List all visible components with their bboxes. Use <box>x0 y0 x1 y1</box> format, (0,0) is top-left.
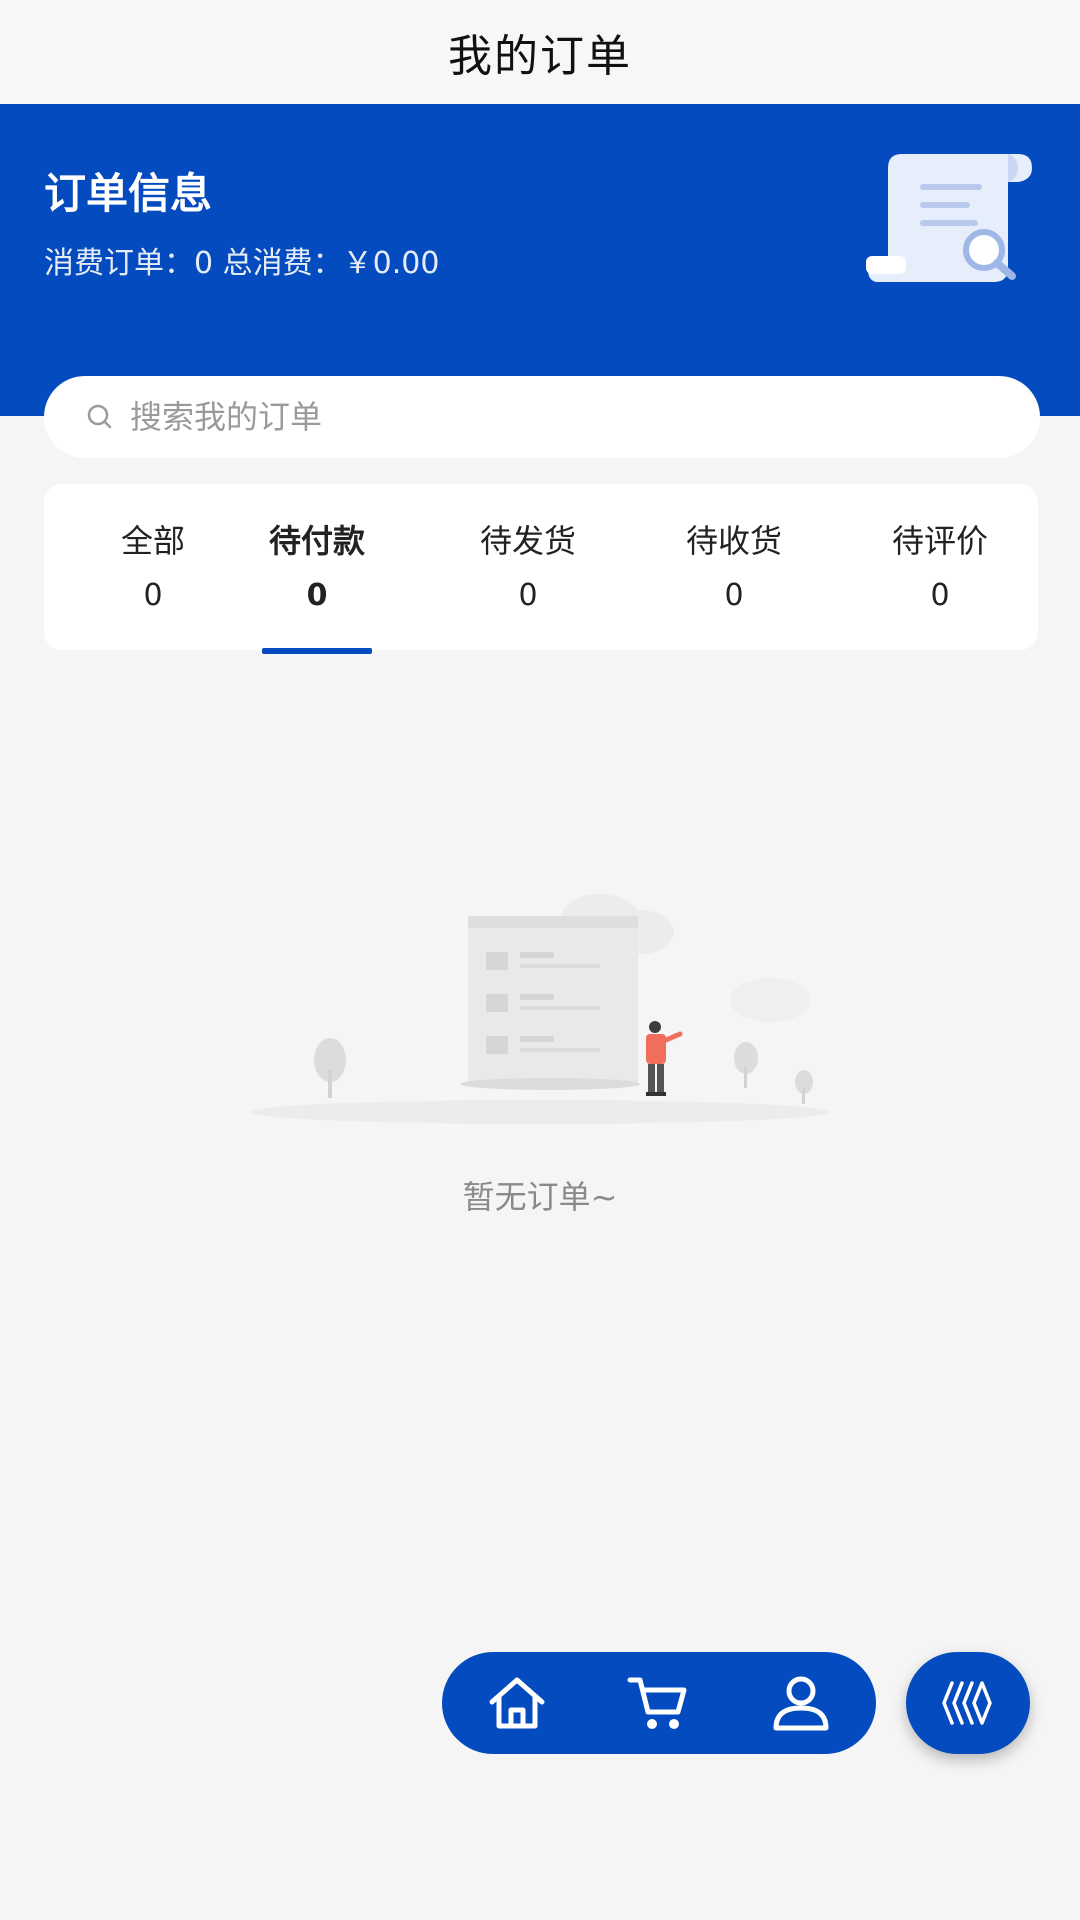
floating-menu-button[interactable] <box>906 1652 1030 1754</box>
tab-count: 0 <box>306 578 328 613</box>
tab-pending-payment[interactable]: 待付款 0 <box>262 484 372 654</box>
order-info-title: 订单信息 <box>44 169 213 218</box>
empty-orders-illustration <box>250 894 830 1124</box>
search-icon <box>87 404 112 429</box>
home-icon[interactable] <box>484 1670 550 1736</box>
top-bar: 我的订单 <box>0 0 1080 104</box>
user-icon[interactable] <box>768 1670 834 1736</box>
scroll-search-illustration <box>866 154 1032 282</box>
tab-pending-shipment[interactable]: 待发货 0 <box>465 484 591 650</box>
chevron-stack-icon <box>942 1681 992 1725</box>
search-input[interactable] <box>128 397 932 437</box>
tab-label: 待发货 <box>479 522 576 560</box>
tab-all[interactable]: 全部 0 <box>90 484 216 650</box>
cart-icon[interactable] <box>626 1670 692 1736</box>
tab-count: 0 <box>724 578 744 613</box>
order-status-tabs: 全部 0 待付款 0 待发货 0 待收货 0 待评价 0 <box>44 484 1038 654</box>
order-info-banner: 订单信息 消费订单：0 总消费：￥0.00 <box>0 104 1080 416</box>
tab-label: 待收货 <box>685 522 782 560</box>
active-tab-indicator <box>262 648 372 654</box>
order-summary: 消费订单：0 总消费：￥0.00 <box>44 246 440 281</box>
tab-pending-receipt[interactable]: 待收货 0 <box>671 484 797 650</box>
tab-count: 0 <box>930 578 950 613</box>
tab-count: 0 <box>143 578 163 613</box>
tab-label: 待付款 <box>268 522 365 560</box>
empty-state-text: 暂无订单~ <box>462 1178 618 1216</box>
page-title: 我的订单 <box>448 31 632 82</box>
tab-count: 0 <box>518 578 538 613</box>
tab-label: 全部 <box>120 522 185 560</box>
bottom-nav <box>442 1652 876 1754</box>
search-bar[interactable] <box>44 376 1040 458</box>
tab-label: 待评价 <box>891 522 988 560</box>
tab-pending-review[interactable]: 待评价 0 <box>877 484 1003 650</box>
